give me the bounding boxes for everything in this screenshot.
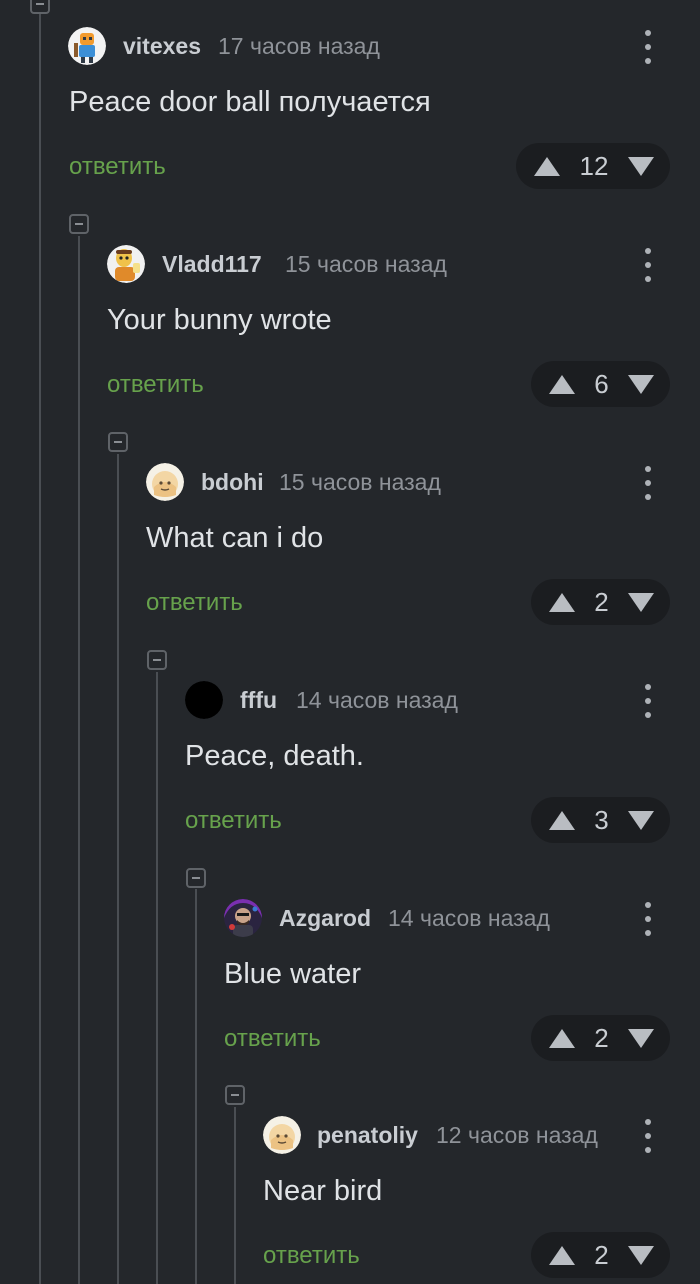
vote-control: 12 — [516, 143, 670, 189]
comment-thread: vitexes 17 часов назад Peace door ball п… — [0, 0, 700, 1284]
downvote-icon[interactable] — [628, 156, 654, 176]
comment: fffu 14 часов назад Peace, death. ответи… — [0, 654, 700, 872]
reply-button[interactable]: ответить — [146, 589, 243, 617]
avatar[interactable] — [107, 245, 145, 283]
pixel-character-avatar-icon — [68, 27, 106, 65]
upvote-icon[interactable] — [549, 1028, 575, 1048]
avatar[interactable] — [185, 681, 223, 719]
vote-count: 2 — [594, 1022, 609, 1053]
downvote-icon[interactable] — [628, 1245, 654, 1265]
downvote-icon[interactable] — [628, 1028, 654, 1048]
username[interactable]: penatoliy — [317, 1122, 418, 1149]
more-options-icon[interactable] — [637, 902, 659, 936]
reply-button[interactable]: ответить — [69, 153, 166, 181]
avatar[interactable] — [146, 463, 184, 501]
comment-time: 17 часов назад — [218, 33, 380, 59]
upvote-icon[interactable] — [549, 810, 575, 830]
comment: Vladd117 15 часов назад Your bunny wrote… — [0, 218, 700, 436]
comment: vitexes 17 часов назад Peace door ball п… — [0, 0, 700, 218]
username[interactable]: bdohi — [201, 469, 264, 496]
comment-time: 15 часов назад — [279, 469, 441, 495]
comment: penatoliy 12 часов назад Near bird ответ… — [0, 1089, 700, 1284]
upvote-icon[interactable] — [534, 156, 560, 176]
more-options-icon[interactable] — [637, 1119, 659, 1153]
comment-text: Your bunny wrote — [107, 304, 332, 336]
avatar[interactable] — [263, 1116, 301, 1154]
black-circle-avatar-icon — [185, 681, 223, 719]
username[interactable]: Vladd117 — [162, 251, 262, 278]
reply-button[interactable]: ответить — [185, 807, 282, 835]
reply-button[interactable]: ответить — [224, 1025, 321, 1053]
vote-count: 2 — [594, 586, 609, 617]
comment-time: 14 часов назад — [388, 905, 550, 931]
downvote-icon[interactable] — [628, 374, 654, 394]
comment: bdohi 15 часов назад What can i do ответ… — [0, 436, 700, 654]
vote-count: 3 — [594, 804, 609, 835]
dark-character-avatar-icon — [224, 899, 262, 937]
vote-control: 2 — [531, 579, 670, 625]
vote-control: 2 — [531, 1015, 670, 1061]
more-options-icon[interactable] — [637, 684, 659, 718]
avatar[interactable] — [224, 899, 262, 937]
vote-control: 3 — [531, 797, 670, 843]
avatar[interactable] — [68, 27, 106, 65]
reply-button[interactable]: ответить — [107, 371, 204, 399]
comment-text: Peace door ball получается — [69, 86, 431, 118]
vote-count: 12 — [579, 150, 609, 181]
peach-face-avatar-icon — [263, 1116, 301, 1154]
more-options-icon[interactable] — [637, 466, 659, 500]
vote-control: 6 — [531, 361, 670, 407]
downvote-icon[interactable] — [628, 810, 654, 830]
comment: Azgarod 14 часов назад Blue water ответи… — [0, 872, 700, 1090]
upvote-icon[interactable] — [549, 592, 575, 612]
vote-count: 2 — [594, 1239, 609, 1270]
comment-time: 12 часов назад — [436, 1122, 598, 1148]
comment-time: 14 часов назад — [296, 687, 458, 713]
upvote-icon[interactable] — [549, 374, 575, 394]
comment-time: 15 часов назад — [285, 251, 447, 277]
peach-face-avatar-icon — [146, 463, 184, 501]
upvote-icon[interactable] — [549, 1245, 575, 1265]
more-options-icon[interactable] — [637, 248, 659, 282]
cartoon-man-avatar-icon — [107, 245, 145, 283]
comment-text: Near bird — [263, 1175, 383, 1207]
more-options-icon[interactable] — [637, 30, 659, 64]
downvote-icon[interactable] — [628, 592, 654, 612]
username[interactable]: fffu — [240, 687, 277, 714]
comment-text: What can i do — [146, 522, 324, 554]
comment-text: Peace, death. — [185, 740, 364, 772]
username[interactable]: Azgarod — [279, 905, 371, 932]
vote-control: 2 — [531, 1232, 670, 1278]
vote-count: 6 — [594, 368, 609, 399]
username[interactable]: vitexes — [123, 33, 201, 60]
reply-button[interactable]: ответить — [263, 1242, 360, 1270]
comment-text: Blue water — [224, 958, 362, 990]
